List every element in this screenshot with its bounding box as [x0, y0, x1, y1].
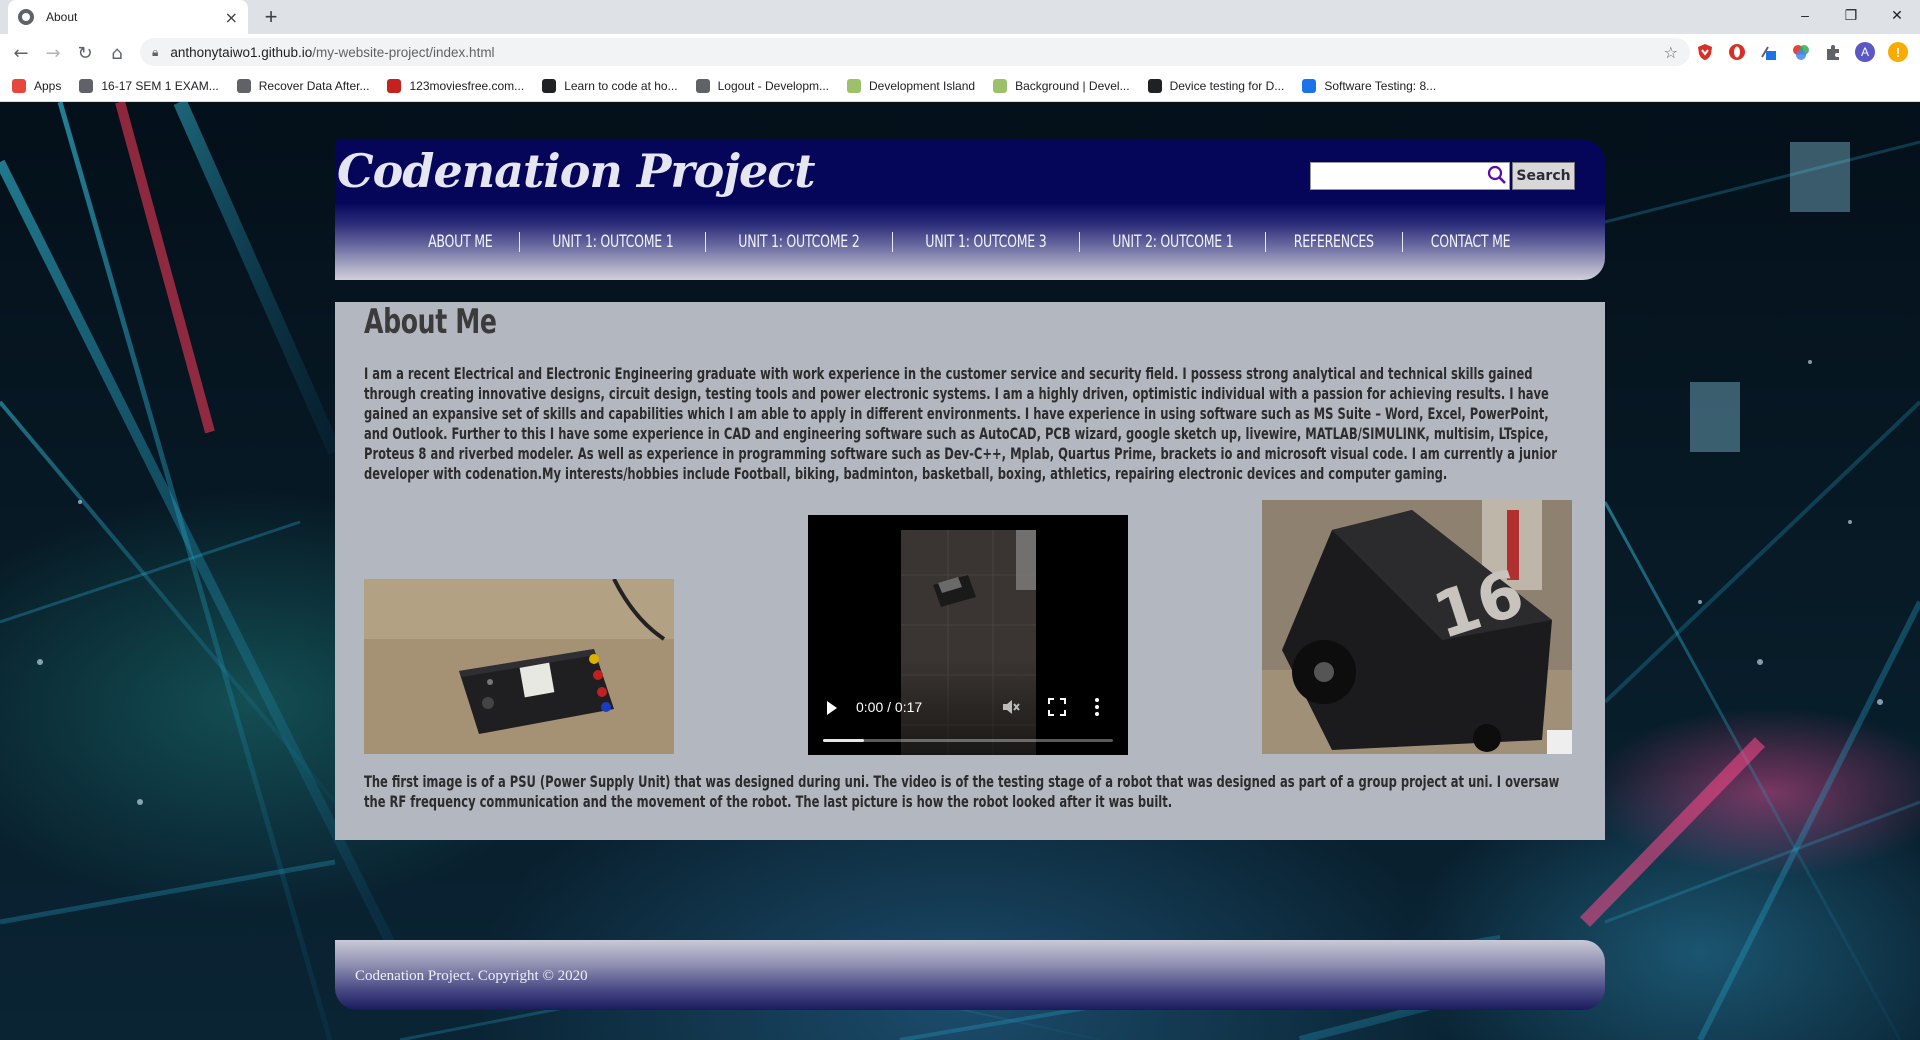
bookmark-item[interactable]: Device testing for D...	[1147, 78, 1285, 93]
bookmark-label: Apps	[34, 78, 62, 93]
psu-image	[364, 579, 674, 754]
bookmark-favicon-icon	[1147, 78, 1162, 93]
browser-tab[interactable]: About ×	[8, 0, 248, 34]
play-icon[interactable]	[827, 701, 837, 715]
nav-item-references[interactable]: REFERENCES	[1269, 232, 1400, 252]
video-time: 0:00 / 0:17	[856, 699, 923, 715]
nav-item-unit-1-outcome-1[interactable]: UNIT 1: OUTCOME 1	[526, 232, 698, 252]
about-section: About Me I am a recent Electrical and El…	[335, 302, 1605, 840]
bookmark-label: Device testing for D...	[1169, 78, 1285, 93]
nav-item-contact-me[interactable]: CONTACT ME	[1405, 232, 1535, 252]
bookmark-favicon-icon	[542, 78, 557, 93]
bookmark-label: Software Testing: 8...	[1324, 78, 1437, 93]
apps-grid-icon	[12, 78, 26, 93]
bookmark-item[interactable]: Logout - Developm...	[695, 78, 830, 93]
reload-icon[interactable]: ↻	[72, 40, 98, 66]
tab-title: About	[46, 10, 78, 24]
nav-item-about-me[interactable]: ABOUT ME	[403, 232, 518, 252]
bookmark-label: Recover Data After...	[258, 78, 370, 93]
bookmark-favicon-icon	[1302, 78, 1317, 93]
lock-icon: 🔒︎	[152, 44, 159, 59]
bookmark-favicon-icon	[387, 78, 402, 93]
apps-shortcut[interactable]: Apps	[12, 78, 62, 93]
nav-separator	[1265, 232, 1267, 252]
more-options-icon[interactable]	[1094, 697, 1100, 717]
bookmark-label: Logout - Developm...	[717, 78, 830, 93]
back-icon[interactable]: ←	[8, 40, 34, 66]
robot-video[interactable]: 0:00 / 0:17	[808, 515, 1128, 755]
main-nav: ABOUT ME UNIT 1: OUTCOME 1 UNIT 1: OUTCOME…	[335, 204, 1605, 280]
site-header: Codenation Project Search ABOUT ME UNIT 1…	[335, 140, 1605, 280]
nav-item-unit-1-outcome-3[interactable]: UNIT 1: OUTCOME 3	[900, 232, 1072, 252]
bookmark-label: 16-17 SEM 1 EXAM...	[101, 78, 219, 93]
opera-extension-icon[interactable]	[1728, 43, 1746, 61]
bookmark-item[interactable]: Recover Data After...	[236, 78, 370, 93]
site-footer: Codenation Project. Copyright © 2020	[335, 940, 1605, 1010]
nav-item-unit-1-outcome-2[interactable]: UNIT 1: OUTCOME 2	[713, 232, 885, 252]
about-paragraph: I am a recent Electrical and Electronic …	[364, 364, 1557, 483]
robot-image: 16	[1262, 500, 1572, 754]
media-caption: The first image is of a PSU (Power Suppl…	[364, 772, 1560, 811]
bookmark-item[interactable]: Background | Devel...	[993, 78, 1130, 93]
video-controls: 0:00 / 0:17	[808, 659, 1128, 755]
search-icon	[1487, 165, 1506, 184]
bookmark-favicon-icon	[993, 78, 1008, 93]
search-button[interactable]: Search	[1512, 162, 1575, 190]
bookmark-item[interactable]: 16-17 SEM 1 EXAM...	[79, 78, 219, 93]
puzzle-icon[interactable]	[1824, 43, 1842, 61]
tab-close-icon[interactable]: ×	[225, 8, 238, 27]
nav-separator	[518, 232, 520, 252]
bookmark-label: Learn to code at ho...	[564, 78, 678, 93]
video-buffered	[823, 739, 864, 742]
url-path: /my-website-project/index.html	[312, 44, 495, 60]
url-text: anthonytaiwo1.github.io/my-website-proje…	[170, 45, 494, 60]
nav-separator	[891, 232, 893, 252]
update-alert-icon[interactable]: !	[1888, 42, 1908, 62]
nav-separator	[1078, 232, 1080, 252]
nav-separator	[705, 232, 707, 252]
nav-item-unit-2-outcome-1[interactable]: UNIT 2: OUTCOME 1	[1087, 232, 1259, 252]
bookmark-favicon-icon	[847, 78, 862, 93]
bookmark-favicon-icon	[79, 78, 94, 93]
globe-icon	[18, 9, 34, 25]
url-host: anthonytaiwo1.github.io	[170, 44, 313, 60]
bookmark-label: Development Island	[869, 78, 976, 93]
bookmark-star-icon[interactable]: ☆	[1664, 43, 1678, 62]
footer-copyright: Codenation Project. Copyright © 2020	[355, 968, 588, 984]
bookmarks-bar: Apps 16-17 SEM 1 EXAM... Recover Data Afte…	[0, 70, 1920, 102]
bookmark-item[interactable]: 123moviesfree.com...	[387, 78, 525, 93]
tab-extension-icon[interactable]	[1760, 43, 1778, 61]
bookmark-item[interactable]: Learn to code at ho...	[542, 78, 678, 93]
search-input[interactable]	[1310, 162, 1510, 190]
shield-extension-icon[interactable]	[1696, 43, 1714, 61]
page-title: About Me	[364, 302, 497, 342]
minimize-button[interactable]: –	[1782, 0, 1828, 30]
nav-separator	[1401, 232, 1403, 252]
muted-speaker-icon[interactable]	[1001, 697, 1021, 717]
bookmark-item[interactable]: Development Island	[847, 78, 976, 93]
close-window-button[interactable]: ✕	[1874, 0, 1920, 30]
home-icon[interactable]: ⌂	[104, 40, 130, 66]
bookmark-favicon-icon	[695, 78, 710, 93]
tab-strip: About × + – ❐ ✕	[0, 0, 1920, 34]
video-progress-bar[interactable]	[823, 739, 1113, 742]
fullscreen-icon[interactable]	[1048, 698, 1066, 716]
bookmark-label: 123moviesfree.com...	[409, 78, 525, 93]
color-extension-icon[interactable]	[1792, 43, 1810, 61]
forward-icon[interactable]: →	[40, 40, 66, 66]
bookmark-item[interactable]: Software Testing: 8...	[1302, 78, 1437, 93]
restore-button[interactable]: ❐	[1828, 0, 1874, 30]
bookmark-label: Background | Devel...	[1015, 78, 1130, 93]
site-title[interactable]: Codenation Project	[337, 144, 816, 198]
browser-toolbar: ← → ↻ ⌂ 🔒︎ anthonytaiwo1.github.io/my-we…	[0, 34, 1920, 70]
bookmark-favicon-icon	[236, 78, 251, 93]
new-tab-button[interactable]: +	[258, 4, 284, 30]
profile-avatar[interactable]: A	[1855, 42, 1875, 62]
header-banner: Codenation Project Search	[335, 140, 1605, 204]
address-bar[interactable]: 🔒︎ anthonytaiwo1.github.io/my-website-pr…	[140, 38, 1690, 66]
